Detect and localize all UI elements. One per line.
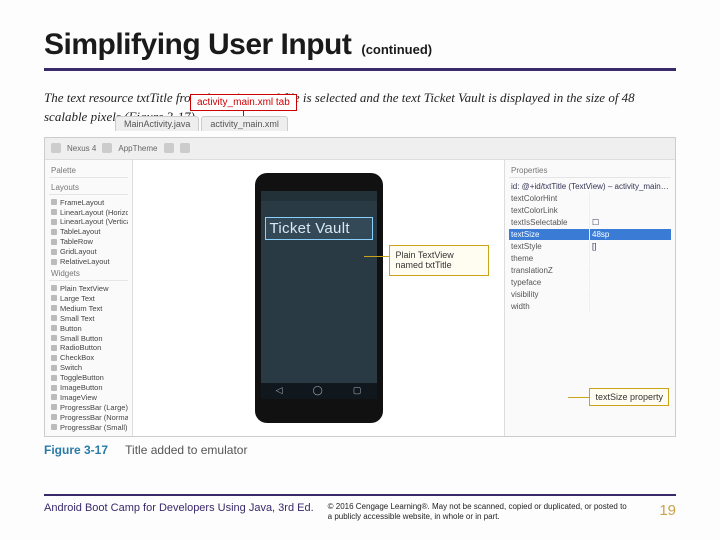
- palette-header: Palette: [49, 164, 128, 178]
- toolbar-theme: AppTheme: [118, 144, 157, 153]
- property-row[interactable]: width: [509, 301, 671, 312]
- palette-item[interactable]: TableLayout: [49, 227, 128, 236]
- figure-number: Figure 3-17: [44, 443, 108, 457]
- palette-item[interactable]: Small Text: [49, 314, 128, 323]
- palette-item[interactable]: LinearLayout (Horizontal): [49, 208, 128, 217]
- nav-recents-icon: ▢: [353, 385, 362, 396]
- phone-screen: Ticket Vault Plain TextView named txtTit…: [261, 191, 377, 399]
- palette-item[interactable]: Button: [49, 324, 128, 333]
- palette-item[interactable]: TableRow: [49, 237, 128, 246]
- designer-toolbar: Nexus 4 AppTheme: [45, 138, 675, 160]
- property-row[interactable]: visibility: [509, 289, 671, 300]
- ide-screenshot: activity_main.xml tab MainActivity.java …: [44, 137, 676, 437]
- property-row[interactable]: translationZ: [509, 265, 671, 276]
- property-row-textsize[interactable]: textSize48sp: [509, 229, 671, 240]
- palette-group-widgets: Widgets: [49, 267, 128, 281]
- figure-caption-text: Title added to emulator: [125, 443, 247, 457]
- palette-item[interactable]: Switch: [49, 363, 128, 372]
- nav-bar: ◁ ◯ ▢: [261, 383, 377, 399]
- palette-item[interactable]: ProgressBar (Normal): [49, 413, 128, 422]
- palette-item[interactable]: GridLayout: [49, 247, 128, 256]
- palette-item[interactable]: CheckBox: [49, 353, 128, 362]
- phone-frame: Ticket Vault Plain TextView named txtTit…: [255, 173, 383, 423]
- figure: activity_main.xml tab MainActivity.java …: [44, 137, 676, 457]
- tab-activity-main-xml[interactable]: activity_main.xml: [201, 116, 288, 131]
- palette-item[interactable]: Large Text: [49, 294, 128, 303]
- palette-panel: Palette Layouts FrameLayout LinearLayout…: [45, 160, 133, 436]
- palette-item[interactable]: Medium Text: [49, 304, 128, 313]
- copyright-text: © 2016 Cengage Learning®. May not be sca…: [328, 502, 628, 522]
- palette-item[interactable]: Small Button: [49, 334, 128, 343]
- page-subtitle: (continued): [361, 42, 432, 57]
- property-row[interactable]: textStyle[]: [509, 241, 671, 252]
- palette-item[interactable]: Plain TextView: [49, 284, 128, 293]
- toolbar-icon: [180, 143, 190, 153]
- nav-home-icon: ◯: [313, 385, 323, 396]
- callout-textview: Plain TextView named txtTitle: [389, 245, 489, 277]
- figure-caption: Figure 3-17 Title added to emulator: [44, 443, 676, 457]
- status-bar: [261, 191, 377, 201]
- nav-back-icon: ◁: [276, 385, 283, 396]
- callout-tab: activity_main.xml tab: [190, 94, 297, 111]
- book-title: Android Boot Camp for Developers Using J…: [44, 502, 314, 514]
- palette-item[interactable]: FrameLayout: [49, 198, 128, 207]
- palette-item[interactable]: LinearLayout (Vertical): [49, 218, 128, 227]
- design-canvas[interactable]: Ticket Vault Plain TextView named txtTit…: [133, 160, 505, 436]
- toolbar-device: Nexus 4: [67, 144, 96, 153]
- title-rule: [44, 68, 676, 71]
- palette-group-layouts: Layouts: [49, 181, 128, 195]
- callout-textsize: textSize property: [589, 388, 669, 406]
- property-row[interactable]: textColorHint: [509, 193, 671, 204]
- palette-item[interactable]: RadioButton: [49, 343, 128, 352]
- palette-item[interactable]: ProgressBar (Large): [49, 403, 128, 412]
- toolbar-icon: [164, 143, 174, 153]
- palette-item[interactable]: ImageView: [49, 393, 128, 402]
- properties-header: Properties: [509, 164, 671, 178]
- property-row[interactable]: typeface: [509, 277, 671, 288]
- palette-item[interactable]: ToggleButton: [49, 373, 128, 382]
- palette-item[interactable]: ProgressBar (Small): [49, 423, 128, 432]
- palette-item[interactable]: ImageButton: [49, 383, 128, 392]
- slide-footer: Android Boot Camp for Developers Using J…: [44, 494, 676, 522]
- toolbar-icon: [51, 143, 61, 153]
- page-number: 19: [659, 502, 676, 519]
- toolbar-icon: [102, 143, 112, 153]
- component-path: id: @+id/txtTitle (TextView) – activity_…: [509, 181, 671, 192]
- tab-main-activity[interactable]: MainActivity.java: [115, 116, 199, 131]
- property-row[interactable]: theme: [509, 253, 671, 264]
- property-row[interactable]: textIsSelectable☐: [509, 217, 671, 228]
- palette-item[interactable]: RelativeLayout: [49, 257, 128, 266]
- textview-txt-title[interactable]: Ticket Vault: [265, 217, 373, 240]
- page-title: Simplifying User Input: [44, 28, 351, 62]
- footer-rule: [44, 494, 676, 496]
- property-row[interactable]: textColorLink: [509, 205, 671, 216]
- editor-tabs: MainActivity.java activity_main.xml: [115, 116, 288, 131]
